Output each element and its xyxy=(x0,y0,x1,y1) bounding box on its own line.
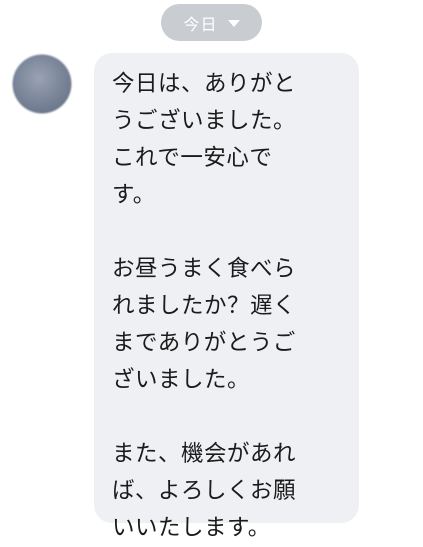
message-line: までありがとうご xyxy=(112,330,296,356)
message-line: す。 xyxy=(112,182,156,208)
message-line: これで一安心で xyxy=(112,145,273,171)
message-line: いいたします。 xyxy=(112,515,271,541)
message-line: 今日は、ありがと xyxy=(112,71,297,97)
message-line: ざいました。 xyxy=(112,367,251,393)
message-line: れましたか？遅く xyxy=(112,293,297,319)
message-line: また、機会があれ xyxy=(112,441,297,467)
caret-down-icon xyxy=(227,20,240,27)
message-line: ば、よろしくお願 xyxy=(112,478,297,504)
date-separator-label: 今日 xyxy=(183,14,218,34)
message-line: お昼うまく食べら xyxy=(112,256,297,282)
date-separator-dropdown[interactable]: 今日 xyxy=(161,4,262,41)
message-line: うございました。 xyxy=(112,108,297,134)
message-bubble[interactable]: 今日は、ありがと うございました。 これで一安心で す。 お昼うまく食べら れま… xyxy=(94,53,359,541)
avatar[interactable] xyxy=(13,55,71,113)
